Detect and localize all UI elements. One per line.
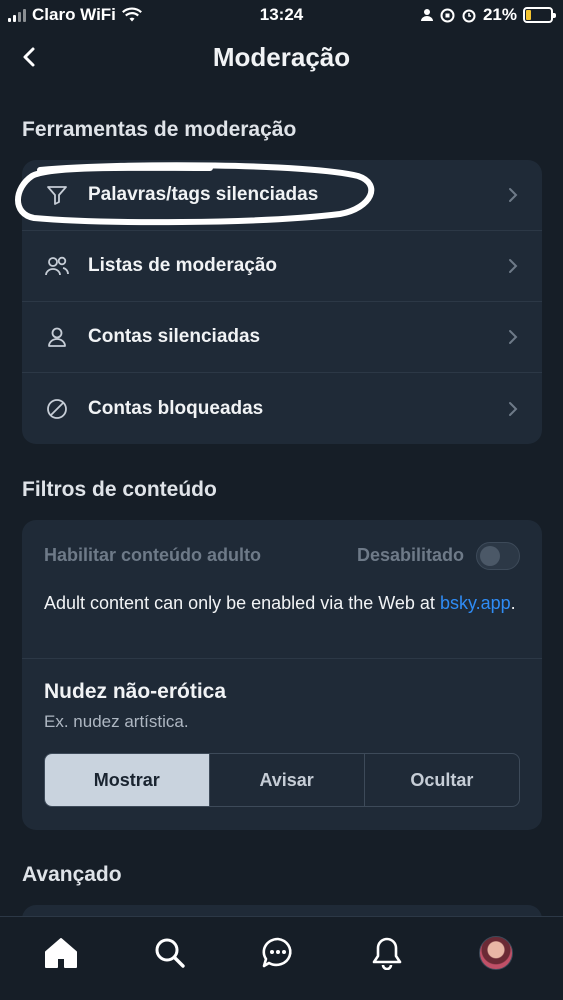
section-title-content-filters: Filtros de conteúdo bbox=[22, 478, 217, 501]
option-show[interactable]: Mostrar bbox=[45, 754, 210, 806]
chevron-right-icon bbox=[506, 399, 520, 419]
battery-icon bbox=[523, 7, 556, 23]
moderation-tools-card: Palavras/tags silenciadas Listas de mode… bbox=[22, 160, 542, 444]
menu-item-muted-words[interactable]: Palavras/tags silenciadas bbox=[22, 160, 542, 231]
tab-chat[interactable] bbox=[258, 933, 298, 973]
status-right: 21% bbox=[420, 5, 556, 25]
menu-item-muted-accounts[interactable]: Contas silenciadas bbox=[22, 302, 542, 373]
chevron-right-icon bbox=[506, 327, 520, 347]
adult-note-text: Adult content can only be enabled via th… bbox=[44, 593, 440, 613]
avatar bbox=[479, 936, 513, 970]
adult-content-label: Habilitar conteúdo adulto bbox=[44, 545, 262, 565]
adult-content-toggle[interactable] bbox=[476, 542, 520, 570]
header: Moderação bbox=[0, 32, 563, 84]
menu-label: Contas bloqueadas bbox=[88, 397, 264, 419]
alarm-icon bbox=[462, 9, 476, 23]
battery-percent: 21% bbox=[482, 5, 517, 24]
home-icon bbox=[45, 938, 77, 968]
filter-icon bbox=[44, 182, 70, 208]
option-hide[interactable]: Ocultar bbox=[365, 754, 519, 806]
section-title-moderation-tools: Ferramentas de moderação bbox=[22, 118, 297, 141]
user-icon bbox=[44, 324, 70, 350]
adult-note-end: . bbox=[510, 593, 516, 613]
bsky-app-link[interactable]: bsky.app bbox=[440, 593, 511, 613]
status-bar: Claro WiFi 13:24 21% bbox=[0, 0, 563, 32]
menu-item-moderation-lists[interactable]: Listas de moderação bbox=[22, 231, 542, 302]
person-icon bbox=[420, 9, 433, 21]
adult-content-status: Desabilitado bbox=[356, 545, 464, 565]
block-icon bbox=[44, 396, 70, 422]
option-warn[interactable]: Avisar bbox=[210, 754, 365, 806]
menu-label: Listas de moderação bbox=[88, 255, 278, 276]
chevron-right-icon bbox=[506, 185, 520, 205]
rotation-lock-icon bbox=[440, 8, 455, 22]
chat-icon bbox=[262, 937, 292, 968]
search-icon bbox=[155, 938, 185, 968]
nudity-filter-title: Nudez não-erótica bbox=[44, 680, 227, 703]
chevron-right-icon bbox=[506, 256, 520, 276]
menu-item-blocked-accounts[interactable]: Contas bloqueadas bbox=[22, 373, 542, 444]
bell-icon bbox=[372, 937, 402, 970]
menu-label: Contas silenciadas bbox=[88, 326, 261, 347]
tab-profile[interactable] bbox=[476, 933, 516, 973]
adult-content-note: Adult content can only be enabled via th… bbox=[44, 590, 520, 616]
nudity-filter-description: Ex. nudez artística. bbox=[44, 712, 189, 731]
adult-content-row: Habilitar conteúdo adulto Desabilitado bbox=[44, 542, 520, 572]
divider bbox=[22, 658, 542, 659]
content-filters-card: Habilitar conteúdo adulto Desabilitado A… bbox=[22, 520, 542, 830]
section-title-advanced: Avançado bbox=[22, 863, 122, 886]
tab-home[interactable] bbox=[41, 933, 81, 973]
bottom-tab-bar bbox=[0, 916, 563, 1000]
users-icon bbox=[44, 253, 70, 279]
tab-search[interactable] bbox=[150, 933, 190, 973]
battery-fill bbox=[526, 10, 532, 20]
tab-notifications[interactable] bbox=[367, 933, 407, 973]
toggle-knob bbox=[480, 546, 500, 566]
menu-label: Palavras/tags silenciadas bbox=[88, 184, 319, 205]
screen: Claro WiFi 13:24 21% Moderação Ferrament… bbox=[0, 0, 563, 1000]
nudity-visibility-selector: Mostrar Avisar Ocultar bbox=[44, 753, 520, 807]
page-title: Moderação bbox=[212, 42, 351, 72]
